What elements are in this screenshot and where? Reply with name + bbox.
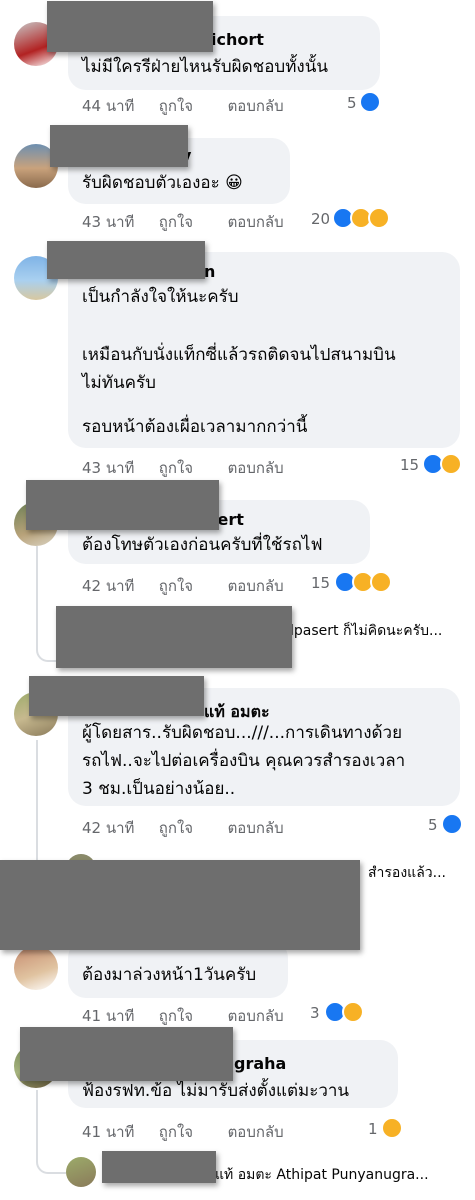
comment-time[interactable]: 41 นาที (82, 1004, 154, 1028)
comment-time[interactable]: 41 นาที (82, 1120, 154, 1144)
reaction-count[interactable]: 3 (310, 1004, 320, 1022)
comment-time[interactable]: 44 นาที (82, 94, 154, 118)
redaction-block (47, 1, 213, 52)
haha-icon (342, 1001, 364, 1023)
thread-curve (36, 600, 58, 662)
comment-time[interactable]: 42 นาที (82, 816, 154, 840)
like-button[interactable]: ถูกใจ (159, 456, 223, 480)
redaction-block (102, 1151, 216, 1183)
redaction-block (20, 1027, 233, 1081)
comment-text: ไม่ทันครับ (82, 373, 156, 393)
like-icon (359, 91, 381, 113)
reply-button[interactable]: ตอบกลับ (228, 1004, 284, 1028)
comment-actions: 42 นาที ถูกใจ ตอบกลับ (82, 574, 284, 598)
comment-text: รอบหน้าต้องเผื่อเวลามากกว่านี้ (82, 417, 308, 437)
avatar[interactable] (66, 1157, 96, 1187)
haha-icon (381, 1117, 403, 1139)
avatar[interactable] (14, 946, 58, 990)
care-icon (368, 207, 390, 229)
redaction-block (56, 606, 292, 668)
comment-text: เหมือนกับนั่งแท็กซี่แล้วรถติดจนไปสนามบิน (82, 345, 396, 365)
reply-button[interactable]: ตอบกลับ (228, 816, 284, 840)
comment-actions: 43 นาที ถูกใจ ตอบกลับ (82, 456, 284, 480)
comment-text: 3 ชม.เป็นอย่างน้อย.. (82, 779, 236, 799)
thread-curve (36, 1140, 66, 1174)
redaction-block (29, 676, 204, 716)
reply-preview[interactable]: สำรองแล้ว... (368, 862, 446, 884)
comment-author[interactable]: graha (234, 1054, 286, 1073)
comment-time[interactable]: 43 นาที (82, 210, 154, 234)
care-icon (370, 571, 392, 593)
reaction-count[interactable]: 20 (311, 210, 330, 228)
like-icon (441, 813, 463, 835)
like-button[interactable]: ถูกใจ (159, 210, 223, 234)
comment-text: รับผิดชอบตัวเองอะ 😀 (82, 173, 243, 193)
comment-actions: 41 นาที ถูกใจ ตอบกลับ (82, 1004, 284, 1028)
like-button[interactable]: ถูกใจ (159, 816, 223, 840)
reply-button[interactable]: ตอบกลับ (228, 456, 284, 480)
like-button[interactable]: ถูกใจ (159, 574, 223, 598)
reply-button[interactable]: ตอบกลับ (228, 574, 284, 598)
redaction-block (0, 860, 360, 950)
comment-time[interactable]: 43 นาที (82, 456, 154, 480)
comment-text: รถไฟ..จะไปต่อเครื่องบิน คุณควรสำรองเวลา (82, 751, 406, 771)
reply-preview[interactable]: แท้ อมตะ Athipat Punyanugra... (215, 1164, 429, 1186)
reply-button[interactable]: ตอบกลับ (228, 94, 284, 118)
comment-text: ผู้โดยสาร..รับผิดชอบ...///...การเดินทางด… (82, 723, 403, 743)
reply-button[interactable]: ตอบกลับ (228, 210, 284, 234)
comment-actions: 41 นาที ถูกใจ ตอบกลับ (82, 1120, 284, 1144)
reaction-count[interactable]: 15 (311, 574, 330, 592)
redaction-block (26, 480, 219, 530)
comment-bubble: n เป็นกำลังใจให้นะครับ เหมือนกับนั่งแท็ก… (68, 252, 460, 448)
comment-author[interactable]: ichort (211, 30, 264, 49)
reaction-count[interactable]: 15 (400, 456, 419, 474)
comment-text: ต้องโทษตัวเองก่อนครับที่ใช้รถไฟ (82, 535, 323, 555)
like-button[interactable]: ถูกใจ (159, 1004, 223, 1028)
comment-text: ไม่มีใครรีฝ่ายไหนรับผิดชอบทั้งนั้น (82, 57, 328, 77)
comment-actions: 42 นาที ถูกใจ ตอบกลับ (82, 816, 284, 840)
reply-button[interactable]: ตอบกลับ (228, 1120, 284, 1144)
like-button[interactable]: ถูกใจ (159, 1120, 223, 1144)
comment-time[interactable]: 42 นาที (82, 574, 154, 598)
reaction-count[interactable]: 5 (428, 816, 438, 834)
reaction-count[interactable]: 5 (347, 94, 357, 112)
comment-author[interactable]: n (204, 262, 215, 281)
comment-text: เป็นกำลังใจให้นะครับ (82, 287, 239, 307)
care-icon (440, 453, 462, 475)
like-button[interactable]: ถูกใจ (159, 94, 223, 118)
redaction-block (47, 241, 205, 279)
reply-preview[interactable]: lpasert ก็ไม่คิดนะครับ... (290, 620, 442, 642)
redaction-block (50, 125, 188, 167)
reaction-count[interactable]: 1 (368, 1120, 378, 1138)
comment-actions: 44 นาที ถูกใจ ตอบกลับ (82, 94, 284, 118)
comment-text: ต้องมาล่วงหน้า1วันครับ (82, 965, 257, 985)
comment-actions: 43 นาที ถูกใจ ตอบกลับ (82, 210, 284, 234)
